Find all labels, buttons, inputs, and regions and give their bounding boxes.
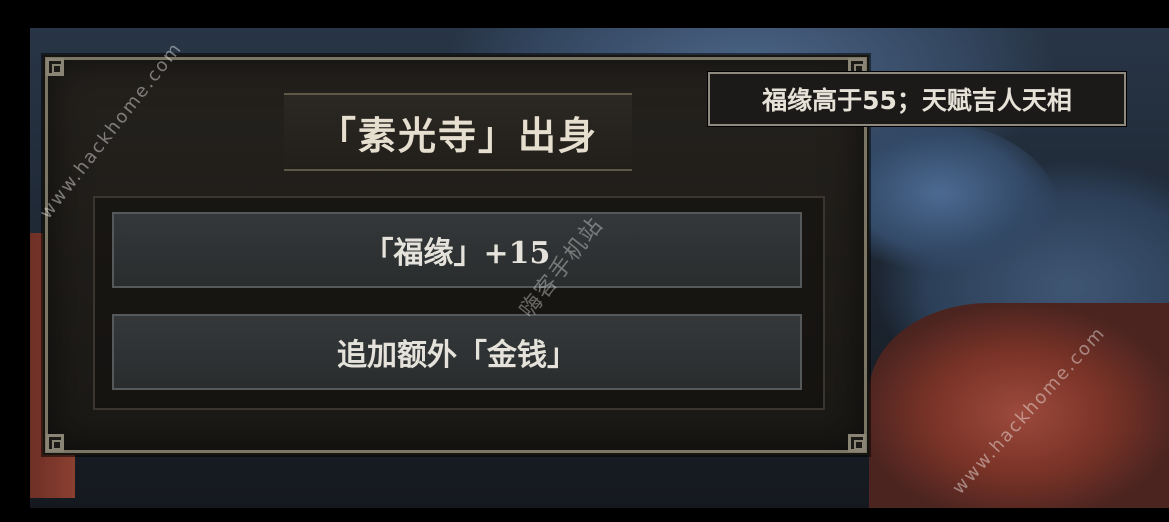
option-button-fortune[interactable]: 「福缘」+15 bbox=[112, 212, 802, 288]
event-title: 「素光寺」出身 bbox=[284, 93, 632, 171]
character-robe-art bbox=[869, 303, 1169, 508]
panel-corner-ornament bbox=[46, 58, 64, 76]
panel-corner-ornament bbox=[46, 434, 64, 452]
requirement-tooltip: 福缘高于55；天赋吉人天相 bbox=[707, 71, 1127, 127]
panel-corner-ornament bbox=[848, 434, 866, 452]
option-button-money[interactable]: 追加额外「金钱」 bbox=[112, 314, 802, 390]
